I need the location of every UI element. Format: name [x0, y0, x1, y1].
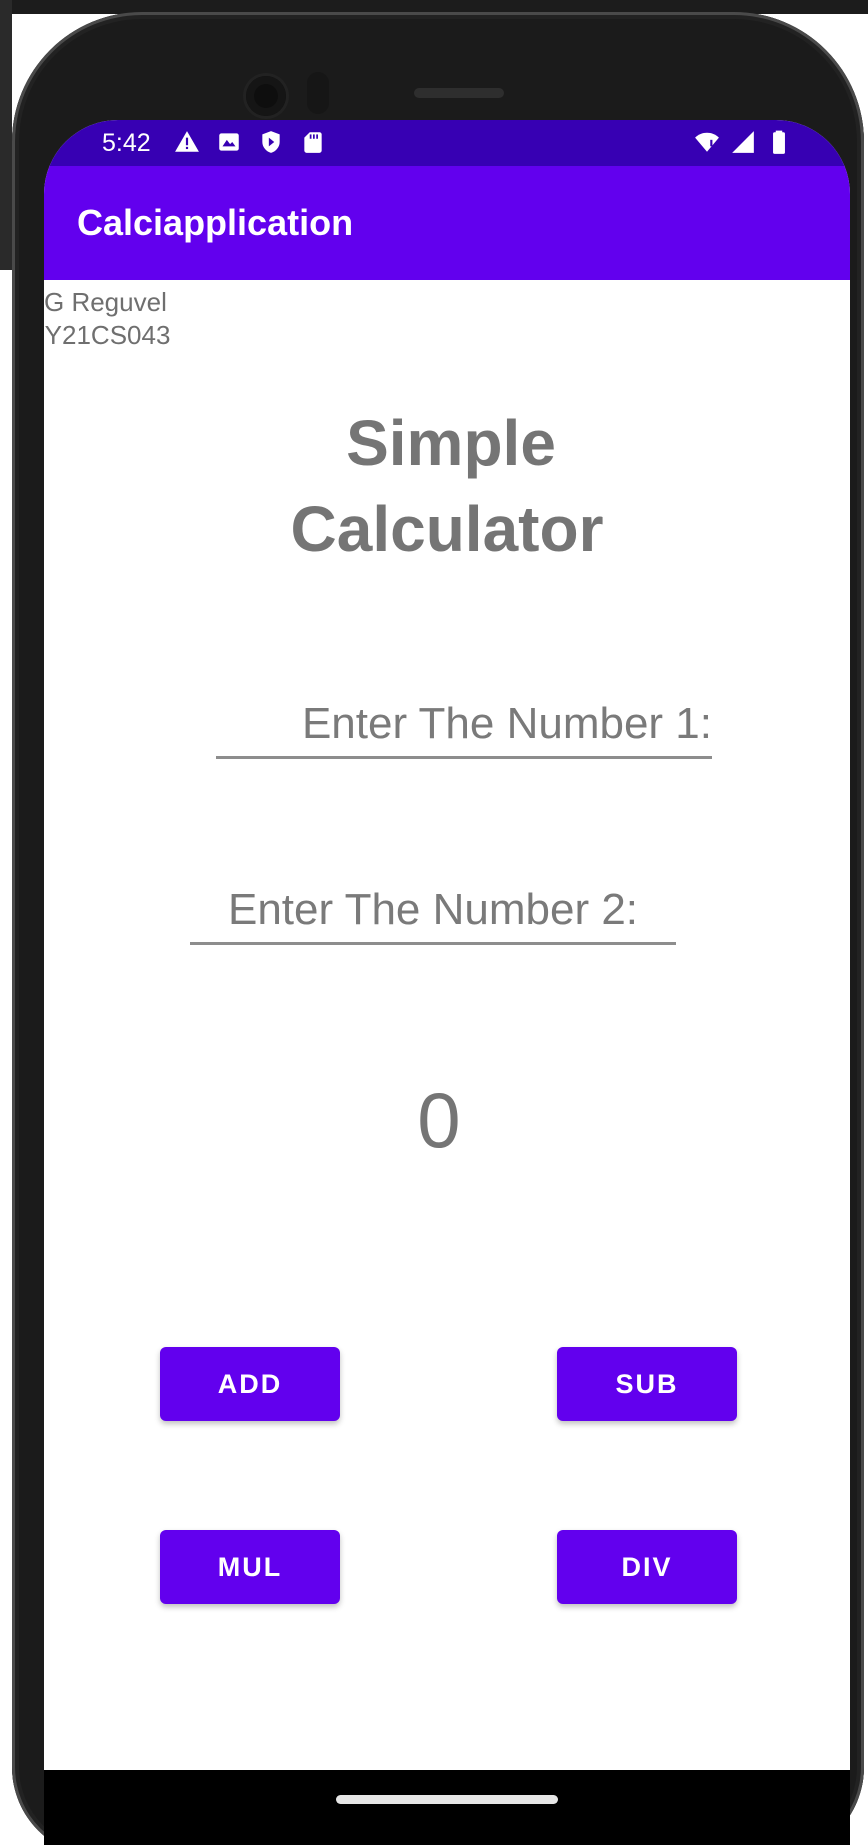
cellular-signal-icon — [732, 131, 754, 153]
subtract-button[interactable]: SUB — [557, 1347, 737, 1421]
photo-notification-icon — [219, 133, 239, 151]
earpiece-speaker — [414, 88, 504, 98]
front-camera — [246, 76, 286, 116]
result-display: 0 — [417, 1076, 461, 1164]
multiply-button[interactable]: MUL — [160, 1530, 340, 1604]
student-id: -Y21CS043 — [44, 320, 171, 350]
warning-icon — [175, 131, 199, 152]
proximity-sensor — [307, 72, 329, 114]
app-title: Calciapplication — [77, 202, 354, 243]
sd-card-icon — [304, 132, 322, 153]
status-time: 5:42 — [102, 129, 151, 157]
app-bar: Calciapplication — [44, 166, 850, 280]
number-1-input[interactable] — [216, 692, 712, 759]
device-screen: 5:42 Calciapplication G Reguvel -Y21CS04… — [44, 120, 850, 1770]
system-icons — [694, 129, 792, 155]
shield-play-icon — [262, 131, 280, 153]
home-gesture-handle[interactable] — [336, 1795, 558, 1804]
wifi-icon — [695, 132, 719, 152]
navigation-bar — [44, 1770, 850, 1845]
add-button[interactable]: ADD — [160, 1347, 340, 1421]
page-title: Simple Calculator — [44, 400, 850, 572]
divide-button[interactable]: DIV — [557, 1530, 737, 1604]
emulator-frame-edge-left — [0, 0, 12, 270]
status-bar: 5:42 — [44, 120, 850, 166]
notification-icons — [174, 129, 326, 155]
page-title-line-2: Calculator — [290, 493, 604, 565]
page-title-line-1: Simple — [346, 407, 556, 479]
number-2-input[interactable] — [190, 878, 676, 945]
student-name: G Reguvel — [44, 287, 167, 317]
emulator-stage: 5:42 Calciapplication G Reguvel -Y21CS04… — [0, 0, 868, 1845]
battery-icon — [773, 130, 785, 154]
